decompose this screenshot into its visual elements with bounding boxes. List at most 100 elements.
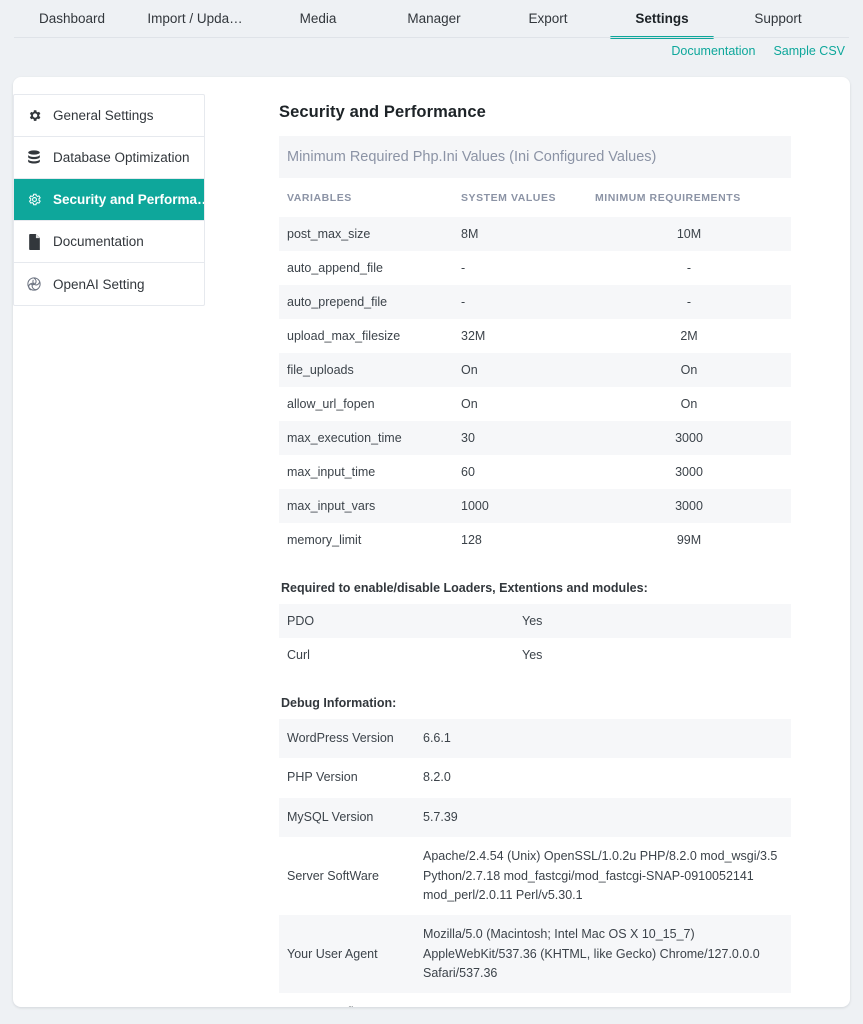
nav-tab-label: Media xyxy=(299,11,337,26)
cell-system: 30 xyxy=(453,421,587,455)
cell-minimum: 3000 xyxy=(587,455,791,489)
php-ini-table-body: post_max_size 8M 10M auto_append_file - - au… xyxy=(279,217,791,557)
cell-value: 6.6.1 xyxy=(415,719,791,759)
cell-value: Yes xyxy=(514,604,791,638)
table-row: WPDB Prefixwp_ xyxy=(279,993,791,1007)
table-row: max_execution_time 30 3000 xyxy=(279,421,791,455)
sidebar-item-general-settings[interactable]: General Settings xyxy=(14,95,204,137)
loaders-section-heading: Required to enable/disable Loaders, Exte… xyxy=(281,581,648,595)
nav-tab-export[interactable]: Export xyxy=(492,0,604,38)
debug-table: WordPress Version 6.6.1 PHP Version 8.2.0 … xyxy=(279,719,791,1007)
sidebar-item-documentation[interactable]: Documentation xyxy=(14,221,204,263)
cell-minimum: 10M xyxy=(587,217,791,251)
cell-minimum: On xyxy=(587,387,791,421)
content-card: General Settings Database Optimization S… xyxy=(13,77,850,1007)
cell-key: WPDB Prefix xyxy=(279,993,415,1007)
sidebar-item-label: Database Optimization xyxy=(53,150,190,165)
nav-tab-media[interactable]: Media xyxy=(260,0,376,38)
table-row: auto_prepend_file - - xyxy=(279,285,791,319)
cell-value: Yes xyxy=(514,638,791,672)
php-ini-table: VARIABLES SYSTEM VALUES MINIMUM REQUIREM… xyxy=(279,178,791,557)
table-row: Curl Yes xyxy=(279,638,791,672)
table-row: upload_max_filesize 32M 2M xyxy=(279,319,791,353)
debug-section-heading: Debug Information: xyxy=(281,696,397,710)
table-row: auto_append_file - - xyxy=(279,251,791,285)
sidebar-item-label: Documentation xyxy=(53,234,144,249)
cell-value: wp_ xyxy=(415,993,791,1007)
nav-tab-label: Manager xyxy=(407,11,461,26)
cell-minimum: 3000 xyxy=(587,489,791,523)
table-row: PDO Yes xyxy=(279,604,791,638)
nav-tab-manager[interactable]: Manager xyxy=(376,0,492,38)
cell-minimum: 2M xyxy=(587,319,791,353)
cell-minimum: 3000 xyxy=(587,421,791,455)
sidebar-menu: General Settings Database Optimization S… xyxy=(13,94,205,306)
sidebar-item-database-optimization[interactable]: Database Optimization xyxy=(14,137,204,179)
cell-variable: allow_url_fopen xyxy=(279,387,453,421)
documentation-link[interactable]: Documentation xyxy=(671,44,755,58)
cell-value: 5.7.39 xyxy=(415,797,791,838)
nav-tab-label: Settings xyxy=(635,11,689,26)
nav-tab-settings[interactable]: Settings xyxy=(604,0,720,39)
nav-tab-label: Export xyxy=(528,11,568,26)
table-row: allow_url_fopen On On xyxy=(279,387,791,421)
table-row: Server SoftWare Apache/2.4.54 (Unix) Open… xyxy=(279,837,791,916)
table-row: WordPress Version 6.6.1 xyxy=(279,719,791,759)
cell-variable: memory_limit xyxy=(279,523,453,557)
table-header-row: VARIABLES SYSTEM VALUES MINIMUM REQUIREM… xyxy=(279,178,791,217)
sidebar-item-security-and-performance[interactable]: Security and Performa… xyxy=(14,179,204,221)
loaders-table-body: PDO Yes Curl Yes xyxy=(279,604,791,672)
main-content: Security and Performance Minimum Require… xyxy=(205,77,850,1007)
cell-system: - xyxy=(453,285,587,319)
table-row: PHP Version 8.2.0 xyxy=(279,758,791,798)
cell-key: PHP Version xyxy=(279,758,415,798)
cell-minimum: 99M xyxy=(587,523,791,557)
cell-variable: auto_append_file xyxy=(279,251,453,285)
cell-minimum: - xyxy=(587,251,791,285)
sidebar-item-openai-setting[interactable]: OpenAI Setting xyxy=(14,263,204,305)
cell-key: MySQL Version xyxy=(279,797,415,838)
document-icon xyxy=(26,233,42,250)
openai-icon xyxy=(26,276,42,292)
sidebar-item-label: General Settings xyxy=(53,108,154,123)
column-header-variables: VARIABLES xyxy=(287,192,352,204)
nav-tab-import-update[interactable]: Import / Upda… xyxy=(130,0,260,38)
cell-system: 8M xyxy=(453,217,587,251)
nav-tab-dashboard[interactable]: Dashboard xyxy=(14,0,130,38)
sidebar-item-label: OpenAI Setting xyxy=(53,276,145,292)
cell-key: Server SoftWare xyxy=(279,837,415,916)
nav-tab-support[interactable]: Support xyxy=(720,0,836,38)
table-row: Your User Agent Mozilla/5.0 (Macintosh; I… xyxy=(279,915,791,994)
nav-tab-list: Dashboard Import / Upda… Media Manager E… xyxy=(14,0,836,39)
nav-tab-label: Dashboard xyxy=(38,11,106,26)
cell-variable: post_max_size xyxy=(279,217,453,251)
cell-variable: max_input_vars xyxy=(279,489,453,523)
cell-key: WordPress Version xyxy=(279,719,415,759)
nav-tab-label: Import / Upda… xyxy=(147,11,243,26)
cell-variable: file_uploads xyxy=(279,353,453,387)
cell-variable: max_execution_time xyxy=(279,421,453,455)
cell-key: Your User Agent xyxy=(279,915,415,994)
cell-variable: auto_prepend_file xyxy=(279,285,453,319)
cell-system: 60 xyxy=(453,455,587,489)
table-row: max_input_time 60 3000 xyxy=(279,455,791,489)
nav-tab-label: Support xyxy=(754,11,802,26)
cell-variable: upload_max_filesize xyxy=(279,319,453,353)
cell-minimum: - xyxy=(587,285,791,319)
sample-csv-link[interactable]: Sample CSV xyxy=(773,44,845,58)
gear-icon xyxy=(26,108,42,124)
gear-outline-icon xyxy=(26,192,42,208)
cell-system: 128 xyxy=(453,523,587,557)
cell-value: 8.2.0 xyxy=(415,758,791,798)
cell-minimum: On xyxy=(587,353,791,387)
cell-key: Curl xyxy=(279,638,514,672)
debug-table-body: WordPress Version 6.6.1 PHP Version 8.2.0 … xyxy=(279,719,791,1007)
table-row: file_uploads On On xyxy=(279,353,791,387)
table-row: memory_limit 128 99M xyxy=(279,523,791,557)
top-navigation-bar: Dashboard Import / Upda… Media Manager E… xyxy=(0,0,863,39)
sub-links-bar: Documentation Sample CSV xyxy=(0,38,863,63)
column-header-minimum-requirements: MINIMUM REQUIREMENTS xyxy=(595,192,741,204)
cell-system: - xyxy=(453,251,587,285)
cell-system: On xyxy=(453,387,587,421)
sidebar-item-label: Security and Performa… xyxy=(53,192,204,207)
